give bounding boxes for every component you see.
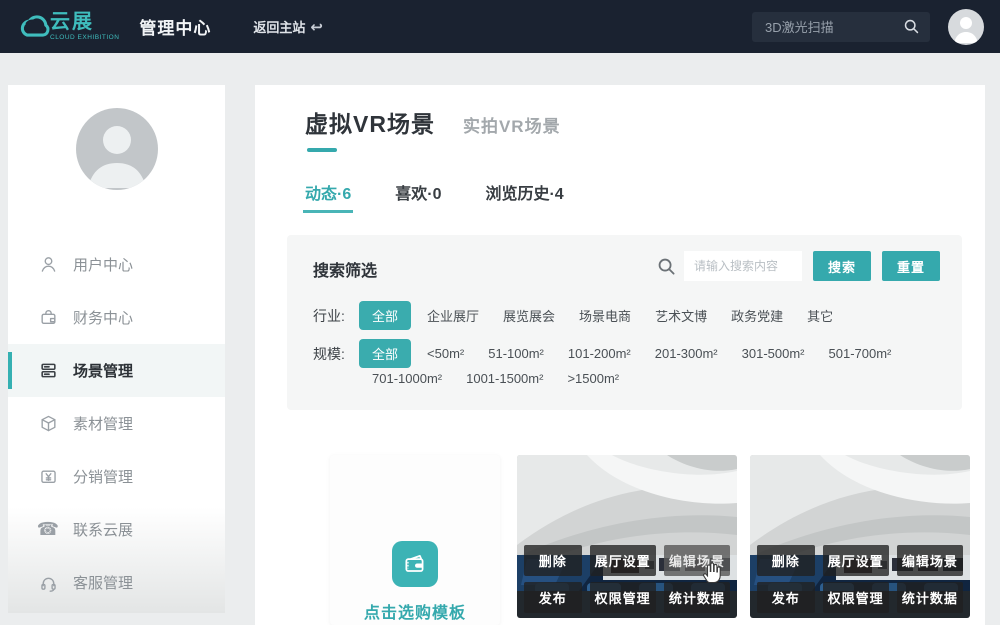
scene-card[interactable]: 删除 展厅设置 编辑场景 发布 权限管理 统计数据 <box>517 455 737 618</box>
industry-label: 行业: <box>313 306 359 326</box>
avatar-silhouette-icon <box>76 108 158 190</box>
scene-actions-overlay: 删除 展厅设置 编辑场景 发布 权限管理 统计数据 <box>757 545 963 613</box>
profile-avatar[interactable] <box>76 108 158 190</box>
scale-option[interactable]: <50m² <box>427 346 464 361</box>
material-icon <box>38 414 58 434</box>
sidebar-item-finance-center[interactable]: 财务中心 <box>8 291 225 344</box>
user-avatar[interactable] <box>948 9 984 45</box>
avatar-silhouette-icon <box>948 9 984 45</box>
delete-button[interactable]: 删除 <box>524 545 582 576</box>
reset-button[interactable]: 重置 <box>882 251 940 281</box>
statistics-button[interactable]: 统计数据 <box>897 582 963 613</box>
distribution-icon <box>38 467 58 487</box>
industry-filter-row: 行业: 全部 企业展厅 展览展会 场景电商 艺术文博 政务党建 其它 <box>313 301 857 330</box>
sidebar-item-material-management[interactable]: 素材管理 <box>8 397 225 450</box>
active-tab-underline <box>307 148 337 152</box>
industry-option[interactable]: 展览展会 <box>503 306 555 325</box>
delete-button[interactable]: 删除 <box>757 545 815 576</box>
hall-settings-button[interactable]: 展厅设置 <box>590 545 656 576</box>
scale-option[interactable]: >1500m² <box>567 371 619 386</box>
scale-filter-row: 规模: 全部 <50m² 51-100m² 101-200m² 201-300m… <box>313 339 915 368</box>
buy-template-label: 点击选购模板 <box>364 599 466 623</box>
permissions-button[interactable]: 权限管理 <box>590 582 656 613</box>
industry-option[interactable]: 政务党建 <box>731 306 783 325</box>
publish-button[interactable]: 发布 <box>757 582 815 613</box>
back-to-site-link[interactable]: 返回主站 ↩ <box>253 17 323 36</box>
sidebar-item-scene-management[interactable]: 场景管理 <box>8 344 225 397</box>
tab-history[interactable]: 浏览历史·4 <box>485 180 563 213</box>
tab-dynamic[interactable]: 动态·6 <box>305 180 351 213</box>
scale-option[interactable]: 501-700m² <box>829 346 892 361</box>
app-logo[interactable]: 云展 CLOUD EXHIBITION <box>16 10 119 44</box>
scale-option[interactable]: 201-300m² <box>655 346 718 361</box>
sidebar-item-distribution-management[interactable]: 分销管理 <box>8 450 225 503</box>
sidebar-item-customer-service[interactable]: 客服管理 <box>8 556 225 609</box>
sidebar-item-user-center[interactable]: 用户中心 <box>8 238 225 291</box>
return-arrow-icon: ↩ <box>310 18 323 36</box>
main-content: 虚拟VR场景 实拍VR场景 动态·6 喜欢·0 浏览历史·4 搜索筛选 搜索 重… <box>255 85 985 625</box>
statistics-button[interactable]: 统计数据 <box>664 582 730 613</box>
tab-virtual-vr[interactable]: 虚拟VR场景 <box>305 105 435 139</box>
sidebar-item-contact-cloud[interactable]: ☎ 联系云展 <box>8 503 225 556</box>
navbar-search-box[interactable] <box>752 12 930 42</box>
scale-option[interactable]: 701-1000m² <box>372 371 442 386</box>
scene-icon <box>38 361 58 381</box>
search-icon <box>657 257 676 276</box>
industry-option[interactable]: 艺术文博 <box>655 306 707 325</box>
filter-title: 搜索筛选 <box>313 257 377 281</box>
scale-filter-row-2: 701-1000m² 1001-1500m² >1500m² <box>372 371 643 386</box>
scale-option[interactable]: 51-100m² <box>488 346 544 361</box>
industry-all-chip[interactable]: 全部 <box>359 301 411 330</box>
publish-button[interactable]: 发布 <box>524 582 582 613</box>
scene-card[interactable]: 删除 展厅设置 编辑场景 发布 权限管理 统计数据 <box>750 455 970 618</box>
tab-real-vr[interactable]: 实拍VR场景 <box>463 112 561 137</box>
filter-search-input[interactable] <box>684 251 802 281</box>
edit-scene-button[interactable]: 编辑场景 <box>664 545 730 576</box>
sidebar-menu: 用户中心 财务中心 场景管理 素材管理 分销管理 <box>8 238 225 609</box>
navbar-search-input[interactable] <box>765 19 903 34</box>
industry-option[interactable]: 其它 <box>807 306 833 325</box>
sidebar: 用户中心 财务中心 场景管理 素材管理 分销管理 <box>8 85 225 613</box>
scale-label: 规模: <box>313 344 359 364</box>
scale-option[interactable]: 1001-1500m² <box>466 371 543 386</box>
tab-likes[interactable]: 喜欢·0 <box>395 180 441 213</box>
headset-icon <box>38 573 58 593</box>
page-title: 管理中心 <box>139 14 211 39</box>
permissions-button[interactable]: 权限管理 <box>823 582 889 613</box>
search-icon[interactable] <box>903 18 920 35</box>
buy-template-card[interactable]: 点击选购模板 <box>330 455 500 625</box>
industry-option[interactable]: 企业展厅 <box>427 306 479 325</box>
wallet-icon <box>392 541 438 587</box>
logo-subtext: CLOUD EXHIBITION <box>50 34 119 41</box>
phone-icon: ☎ <box>38 520 58 540</box>
scale-option[interactable]: 101-200m² <box>568 346 631 361</box>
hall-settings-button[interactable]: 展厅设置 <box>823 545 889 576</box>
finance-icon <box>38 308 58 328</box>
sub-tabs: 动态·6 喜欢·0 浏览历史·4 <box>305 180 608 213</box>
scene-actions-overlay: 删除 展厅设置 编辑场景 发布 权限管理 统计数据 <box>524 545 730 613</box>
user-icon <box>38 255 58 275</box>
scale-option[interactable]: 301-500m² <box>742 346 805 361</box>
industry-option[interactable]: 场景电商 <box>579 306 631 325</box>
scale-all-chip[interactable]: 全部 <box>359 339 411 368</box>
logo-text: 云展 <box>50 12 119 32</box>
top-navbar: 云展 CLOUD EXHIBITION 管理中心 返回主站 ↩ <box>0 0 1000 53</box>
search-button[interactable]: 搜索 <box>813 251 871 281</box>
edit-scene-button[interactable]: 编辑场景 <box>897 545 963 576</box>
search-filter-panel: 搜索筛选 搜索 重置 行业: 全部 企业展厅 展览展会 场景电商 艺术文博 政务… <box>287 235 962 410</box>
